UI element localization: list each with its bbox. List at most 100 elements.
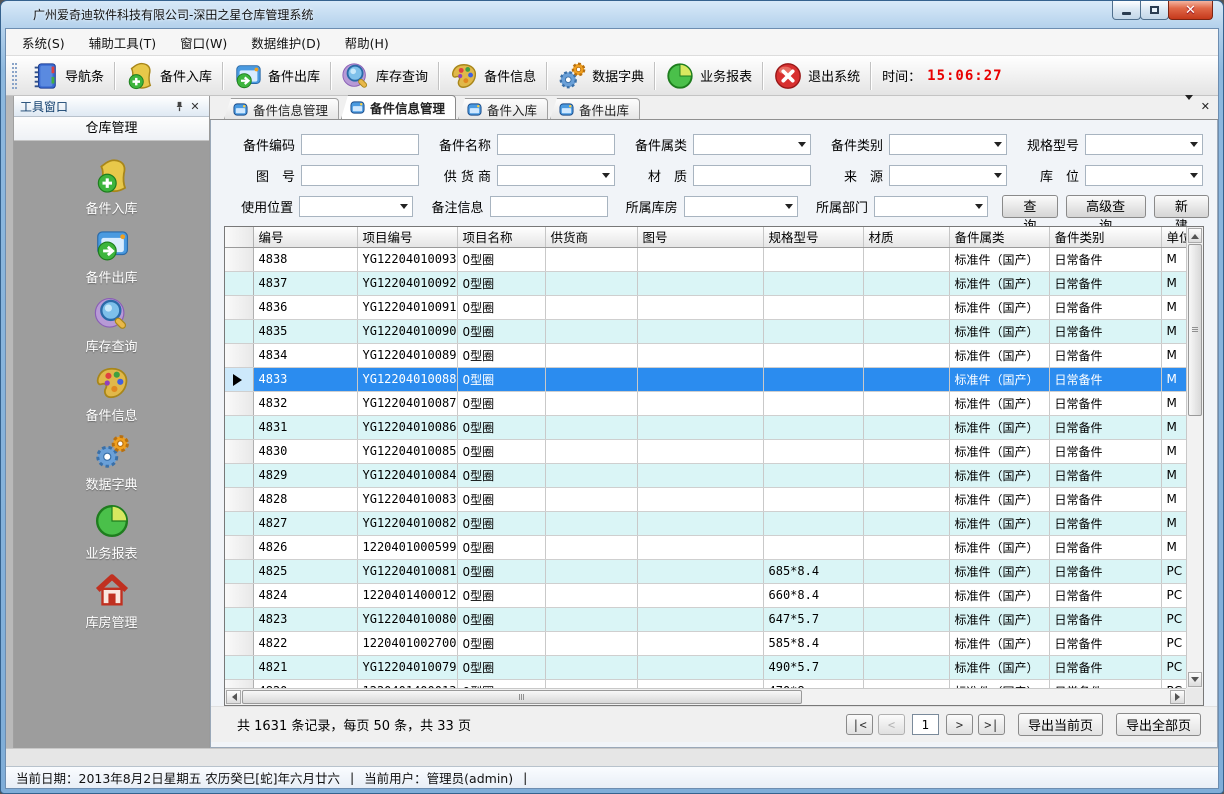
source-select[interactable] xyxy=(889,165,1007,186)
menu-item-help[interactable]: 帮助(H) xyxy=(333,29,401,56)
tool-window-close-button[interactable]: ✕ xyxy=(187,99,203,114)
sidebar-item-parts-out[interactable]: 备件出库 xyxy=(37,226,187,293)
menu-item-aux-tools[interactable]: 辅助工具(T) xyxy=(77,29,168,56)
column-header[interactable]: 备件属类 xyxy=(949,227,1049,247)
sidebar-item-data-dict[interactable]: 数据字典 xyxy=(37,433,187,500)
table-row[interactable]: 4827YG122040100820型圈标准件（国产）日常备件M xyxy=(225,511,1188,535)
vertical-scroll-thumb[interactable] xyxy=(1188,244,1202,416)
column-header[interactable]: 备件类别 xyxy=(1049,227,1161,247)
row-selector-cell[interactable] xyxy=(225,247,253,271)
column-header[interactable]: 材质 xyxy=(863,227,949,247)
column-header[interactable]: 供货商 xyxy=(545,227,637,247)
toolbar-button-parts-out[interactable]: 备件出库 xyxy=(226,58,327,94)
column-header[interactable]: 规格型号 xyxy=(763,227,863,247)
row-selector-cell[interactable] xyxy=(225,319,253,343)
row-selector-cell[interactable] xyxy=(225,631,253,655)
toolbar-button-navbar[interactable]: 导航条 xyxy=(23,58,111,94)
sidebar-item-stock-query[interactable]: 库存查询 xyxy=(37,295,187,362)
export-current-page-button[interactable]: 导出当前页 xyxy=(1018,713,1103,736)
toolbar-button-business-report[interactable]: 业务报表 xyxy=(658,58,759,94)
scroll-up-button[interactable] xyxy=(1188,228,1202,243)
drawing-no-input[interactable] xyxy=(301,165,419,186)
tab-parts-info-manage-2[interactable]: 备件信息管理 xyxy=(341,95,456,119)
supplier-select[interactable] xyxy=(497,165,615,186)
table-row[interactable]: 482412204014000120型圈660*8.4标准件（国产）日常备件PC xyxy=(225,583,1188,607)
menu-item-window[interactable]: 窗口(W) xyxy=(168,29,239,56)
part-type-select[interactable] xyxy=(889,134,1007,155)
table-row[interactable]: 482212204010027000型圈585*8.4标准件（国产）日常备件PC xyxy=(225,631,1188,655)
sidebar-item-parts-in[interactable]: 备件入库 xyxy=(37,157,187,224)
query-button[interactable]: 查询 xyxy=(1002,195,1057,218)
table-row[interactable]: 4838YG122040100930型圈标准件（国产）日常备件M xyxy=(225,247,1188,271)
row-selector-cell[interactable] xyxy=(225,367,253,391)
tab-close-button[interactable]: ✕ xyxy=(1201,100,1210,113)
minimize-button[interactable] xyxy=(1112,1,1141,20)
vertical-scrollbar[interactable] xyxy=(1186,227,1203,688)
department-select[interactable] xyxy=(874,196,988,217)
toolbar-grip-handle[interactable] xyxy=(12,63,17,89)
row-selector-cell[interactable] xyxy=(225,655,253,679)
row-selector-cell[interactable] xyxy=(225,439,253,463)
toolbar-button-data-dict[interactable]: 数据字典 xyxy=(550,58,651,94)
column-header[interactable]: 编号 xyxy=(253,227,357,247)
previous-page-button[interactable]: < xyxy=(878,714,905,735)
table-row[interactable]: 482612204010005990型圈标准件（国产）日常备件M xyxy=(225,535,1188,559)
horizontal-scrollbar[interactable] xyxy=(225,688,1186,705)
tab-parts-out[interactable]: 备件出库 xyxy=(550,98,640,119)
toolbar-button-exit-system[interactable]: 退出系统 xyxy=(766,58,867,94)
row-selector-cell[interactable] xyxy=(225,535,253,559)
row-selector-cell[interactable] xyxy=(225,511,253,535)
table-row[interactable]: 4832YG122040100870型圈标准件（国产）日常备件M xyxy=(225,391,1188,415)
menu-item-system[interactable]: 系统(S) xyxy=(10,29,77,56)
column-header[interactable]: 单位 xyxy=(1161,227,1188,247)
row-selector-cell[interactable] xyxy=(225,463,253,487)
row-selector-cell[interactable] xyxy=(225,271,253,295)
row-selector-cell[interactable] xyxy=(225,607,253,631)
row-selector-cell[interactable] xyxy=(225,415,253,439)
table-row[interactable]: 4825YG122040100810型圈685*8.4标准件（国产）日常备件PC xyxy=(225,559,1188,583)
sidebar-item-warehouse-manage[interactable]: 库房管理 xyxy=(37,571,187,638)
table-row[interactable]: 4835YG122040100900型圈标准件（国产）日常备件M xyxy=(225,319,1188,343)
advanced-query-button[interactable]: 高级查询 xyxy=(1066,195,1146,218)
material-input[interactable] xyxy=(693,165,811,186)
part-name-input[interactable] xyxy=(497,134,615,155)
sidebar-item-parts-info[interactable]: 备件信息 xyxy=(37,364,187,431)
row-selector-cell[interactable] xyxy=(225,391,253,415)
sidebar-group-header[interactable]: 仓库管理 xyxy=(14,117,209,141)
scroll-left-button[interactable] xyxy=(226,690,241,704)
stock-location-select[interactable] xyxy=(1085,165,1203,186)
toolbar-button-parts-info[interactable]: 备件信息 xyxy=(442,58,543,94)
table-row[interactable]: 4831YG122040100860型圈标准件（国产）日常备件M xyxy=(225,415,1188,439)
table-row[interactable]: 4829YG122040100840型圈标准件（国产）日常备件M xyxy=(225,463,1188,487)
table-row[interactable]: 4821YG122040100790型圈490*5.7标准件（国产）日常备件PC xyxy=(225,655,1188,679)
menu-item-data-maintenance[interactable]: 数据维护(D) xyxy=(239,29,332,56)
table-row[interactable]: 4836YG122040100910型圈标准件（国产）日常备件M xyxy=(225,295,1188,319)
toolbar-button-stock-query[interactable]: 库存查询 xyxy=(334,58,435,94)
remark-info-input[interactable] xyxy=(490,196,608,217)
table-row[interactable]: 4834YG122040100890型圈标准件（国产）日常备件M xyxy=(225,343,1188,367)
column-header[interactable]: 图号 xyxy=(637,227,763,247)
export-all-pages-button[interactable]: 导出全部页 xyxy=(1116,713,1201,736)
tab-list-dropdown-button[interactable] xyxy=(1185,100,1193,113)
table-row[interactable]: 4828YG122040100830型圈标准件（国产）日常备件M xyxy=(225,487,1188,511)
horizontal-scroll-thumb[interactable] xyxy=(242,690,802,704)
row-selector-cell[interactable] xyxy=(225,295,253,319)
last-page-button[interactable]: >| xyxy=(978,714,1005,735)
table-row[interactable]: 4837YG122040100920型圈标准件（国产）日常备件M xyxy=(225,271,1188,295)
page-number-input[interactable] xyxy=(912,714,939,735)
first-page-button[interactable]: |< xyxy=(846,714,873,735)
warehouse-select[interactable] xyxy=(684,196,798,217)
pin-button[interactable] xyxy=(171,99,187,114)
new-button[interactable]: 新建 xyxy=(1154,195,1209,218)
scroll-right-button[interactable] xyxy=(1170,690,1185,704)
tab-parts-info-manage-1[interactable]: 备件信息管理 xyxy=(224,98,339,119)
spec-model-select[interactable] xyxy=(1085,134,1203,155)
maximize-button[interactable] xyxy=(1140,1,1169,20)
table-row[interactable]: 4830YG122040100850型圈标准件（国产）日常备件M xyxy=(225,439,1188,463)
table-row[interactable]: 4823YG122040100800型圈647*5.7标准件（国产）日常备件PC xyxy=(225,607,1188,631)
row-selector-cell[interactable] xyxy=(225,559,253,583)
close-button[interactable]: ✕ xyxy=(1168,1,1213,20)
row-selector-cell[interactable] xyxy=(225,487,253,511)
row-selector-cell[interactable] xyxy=(225,343,253,367)
row-selector-cell[interactable] xyxy=(225,583,253,607)
